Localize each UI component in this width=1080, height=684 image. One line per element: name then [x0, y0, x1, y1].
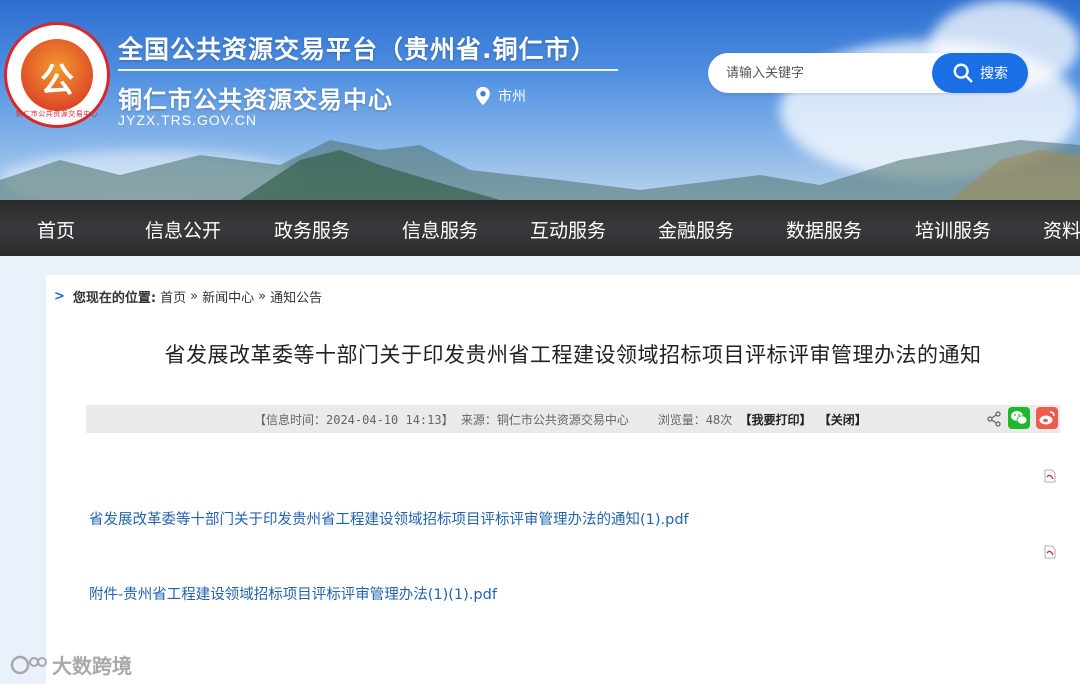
search-input[interactable]: [726, 62, 926, 84]
meta-source: 来源：铜仁市公共资源交易中心: [460, 413, 629, 427]
location-pin-icon: [476, 86, 490, 106]
article-meta: 【信息时间：2024-04-10 14:13】 来源：铜仁市公共资源交易中心 浏…: [254, 411, 867, 428]
search-button[interactable]: 搜索: [932, 53, 1028, 93]
meta-time: 【信息时间：2024-04-10 14:13】: [254, 413, 454, 427]
logo-ring-text: 铜仁市公共资源交易中心: [15, 110, 99, 118]
breadcrumb-link-home[interactable]: 首页: [160, 287, 186, 306]
search-icon: [953, 63, 973, 83]
header-banner: 公 铜仁市公共资源交易中心 全国公共资源交易平台（贵州省.铜仁市） 铜仁市公共资…: [0, 0, 1080, 200]
breadcrumb-label: 您现在的位置:: [72, 291, 157, 306]
share-weibo-button[interactable]: [1036, 407, 1058, 429]
breadcrumb: > 您现在的位置: 首页 » 新闻中心 » 通知公告: [54, 287, 322, 306]
banner-mountains: [0, 140, 1080, 200]
article-meta-bar: 【信息时间：2024-04-10 14:13】 来源：铜仁市公共资源交易中心 浏…: [86, 405, 1060, 433]
search-box: 搜索: [708, 53, 1028, 93]
nav-item-info-services[interactable]: 信息服务: [402, 216, 478, 243]
chevron-right-icon: >: [54, 289, 65, 304]
share-button[interactable]: [986, 407, 1002, 431]
watermark-logo-icon: [10, 655, 47, 674]
nav-item-info-disclosure[interactable]: 信息公开: [145, 216, 221, 243]
attachment-link-notice[interactable]: 省发展改革委等十部门关于印发贵州省工程建设领域招标项目评标评审管理办法的通知(1…: [89, 508, 689, 529]
article-panel: > 您现在的位置: 首页 » 新闻中心 » 通知公告 省发展改革委等十部门关于印…: [46, 275, 1080, 684]
attachment-link-measures[interactable]: 附件-贵州省工程建设领域招标项目评标评审管理办法(1)(1).pdf: [89, 583, 497, 604]
breadcrumb-separator: »: [258, 289, 267, 304]
nav-item-training-services[interactable]: 培训服务: [915, 216, 991, 243]
close-link[interactable]: 【关闭】: [819, 413, 867, 427]
site-subtitle: 铜仁市公共资源交易中心: [118, 86, 393, 114]
watermark-text: 大数跨境: [52, 654, 132, 678]
share-wechat-button[interactable]: [1008, 407, 1030, 429]
site-domain: JYZX.TRS.GOV.CN: [118, 112, 257, 128]
nav-item-finance-services[interactable]: 金融服务: [658, 216, 734, 243]
location-selector[interactable]: 市州: [474, 86, 526, 106]
nav-item-data-services[interactable]: 数据服务: [786, 216, 862, 243]
logo-emblem: 公: [21, 39, 93, 111]
title-divider: [118, 69, 618, 71]
watermark: 大数跨境: [10, 650, 132, 679]
site-title: 全国公共资源交易平台（贵州省.铜仁市）: [118, 35, 597, 64]
search-button-label: 搜索: [980, 66, 1008, 82]
nav-item-gov-services[interactable]: 政务服务: [274, 216, 350, 243]
wechat-icon: [1011, 411, 1028, 425]
nav-item-interactive-services[interactable]: 互动服务: [530, 216, 606, 243]
pdf-icon: [1044, 545, 1056, 559]
meta-views: 浏览量：48次: [657, 413, 733, 427]
weibo-icon: [1039, 411, 1055, 425]
main-nav: 首页 信息公开 政务服务 信息服务 互动服务 金融服务 数据服务 培训服务 资料: [0, 200, 1080, 256]
nav-item-materials[interactable]: 资料: [1043, 216, 1080, 243]
location-label: 市州: [498, 89, 526, 105]
share-icon: [987, 411, 1001, 427]
article-title: 省发展改革委等十部门关于印发贵州省工程建设领域招标项目评标评审管理办法的通知: [164, 343, 982, 367]
print-link[interactable]: 【我要打印】: [739, 413, 811, 427]
breadcrumb-separator: »: [190, 289, 199, 304]
logo-char: 公: [40, 61, 74, 101]
breadcrumb-link-notices[interactable]: 通知公告: [270, 287, 322, 306]
breadcrumb-link-news[interactable]: 新闻中心: [202, 287, 254, 306]
site-logo[interactable]: 公 铜仁市公共资源交易中心: [4, 22, 110, 128]
pdf-icon: [1044, 469, 1056, 483]
nav-item-home[interactable]: 首页: [37, 216, 75, 243]
